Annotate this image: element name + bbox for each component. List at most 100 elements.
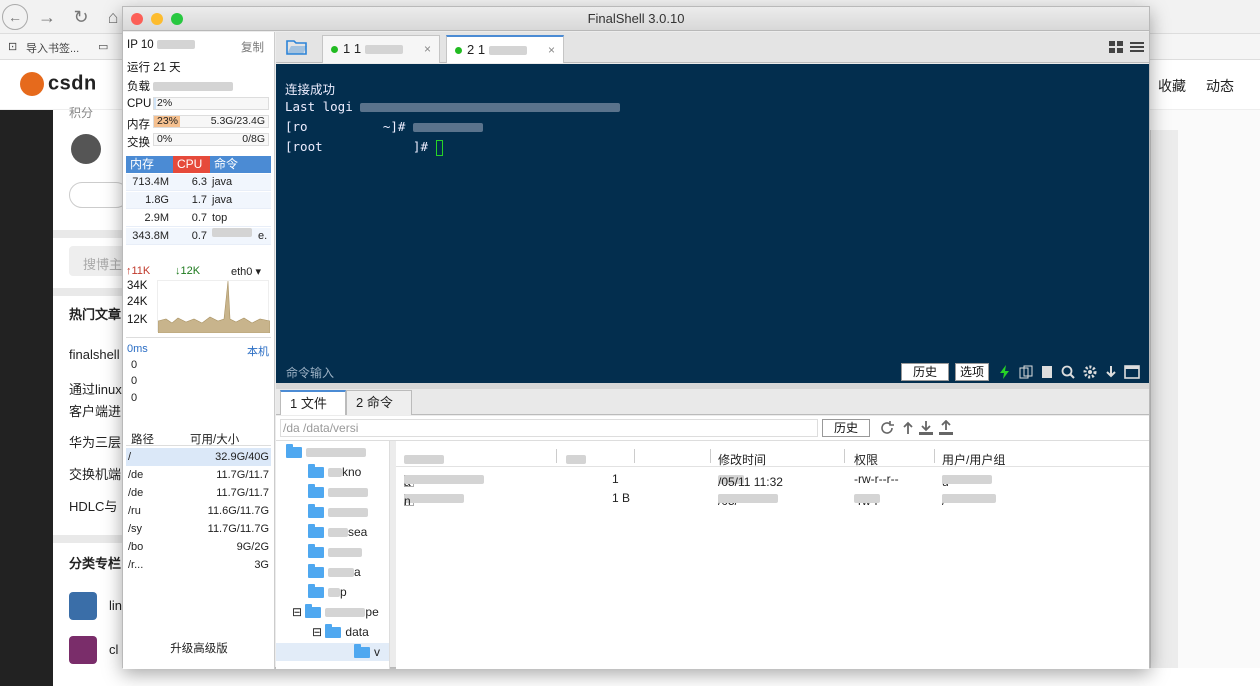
hot-article-link[interactable]: 客户端进 [69, 401, 121, 420]
tree-node[interactable]: ⊟ pe [292, 604, 379, 619]
proc-cpu: 0.7 [191, 212, 207, 224]
disk-size: 11.7G/11.7 [216, 469, 269, 481]
proc-mem: 713.4M [132, 176, 169, 188]
tree-node-data[interactable]: ⊟ data [312, 624, 369, 639]
open-folder-icon[interactable] [286, 38, 308, 56]
disk-row[interactable]: /sy 11.7G/11.7G [126, 520, 271, 538]
col-size[interactable]: 可用/大小 [190, 431, 239, 447]
follow-button[interactable] [69, 182, 129, 208]
tree-node[interactable]: p [308, 584, 347, 599]
forward-icon[interactable]: → [34, 4, 60, 30]
download-file-icon[interactable] [918, 420, 934, 436]
tree-node[interactable] [286, 444, 366, 459]
hot-article-link[interactable]: 交换机端 [69, 464, 121, 483]
blog-search-input[interactable]: 搜博主 [69, 246, 129, 276]
col-mtime[interactable]: 修改时间 [718, 451, 766, 468]
copy-ip-button[interactable]: 复制 [241, 39, 264, 55]
folder-icon [308, 464, 324, 479]
terminal[interactable]: 连接成功 Last logi [ro ~]# [root ]# [276, 64, 1149, 383]
csdn-logo[interactable]: csdn [20, 72, 97, 96]
category-link[interactable]: lin [109, 598, 122, 613]
terminal-cursor [435, 139, 443, 156]
close-window-icon[interactable] [131, 13, 143, 25]
hot-article-link[interactable]: 通过linux [69, 379, 122, 398]
disk-row[interactable]: /ru 11.6G/11.7G [126, 502, 271, 520]
process-row[interactable]: 713.4M 6.3 java [126, 174, 271, 191]
proc-cpu: 0.7 [191, 230, 207, 242]
disk-row[interactable]: /de 11.7G/11.7 [126, 466, 271, 484]
options-button[interactable]: 选项 [955, 363, 989, 381]
download-icon[interactable] [1103, 364, 1119, 380]
col-owner[interactable]: 用户/用户组 [942, 451, 1005, 468]
command-input-bar[interactable]: 命令输入 历史 选项 [276, 360, 1149, 383]
file-row[interactable]: n 1 B /05/ -rw-r / [396, 488, 1149, 508]
col-mem[interactable]: 内存 [130, 156, 154, 173]
lightning-icon[interactable] [997, 364, 1013, 380]
window-title: FinalShell 3.0.10 [587, 11, 685, 26]
tree-node[interactable] [308, 484, 368, 499]
refresh-icon[interactable] [879, 420, 895, 436]
maximize-window-icon[interactable] [171, 13, 183, 25]
reload-icon[interactable]: ↻ [68, 4, 94, 30]
file-size: 1 B [612, 491, 631, 505]
hot-article-link[interactable]: finalshell [69, 347, 120, 362]
back-icon[interactable]: ← [2, 4, 28, 30]
tree-node[interactable] [308, 544, 362, 559]
paste-icon[interactable] [1039, 364, 1055, 380]
session-tab-1[interactable]: 1 1 × [322, 35, 440, 63]
session-tab-bar: 1 1 × 2 1 × [276, 32, 1149, 63]
upload-file-icon[interactable] [938, 420, 954, 436]
up-directory-icon[interactable] [900, 420, 916, 436]
minimize-window-icon[interactable] [151, 13, 163, 25]
disk-row[interactable]: /r... 3G [126, 556, 271, 574]
col-cmd[interactable]: 命令 [214, 156, 238, 173]
net-interface-select[interactable]: eth0 ▾ [231, 265, 261, 278]
close-tab-icon[interactable]: × [424, 36, 431, 62]
folder-icon [308, 564, 324, 579]
folder-icon [308, 484, 324, 499]
history-button[interactable]: 历史 [901, 363, 949, 381]
category-link[interactable]: cl [109, 642, 118, 657]
process-row[interactable]: 1.8G 1.7 java [126, 192, 271, 209]
search-icon[interactable] [1060, 364, 1076, 380]
disk-path: /ru [128, 505, 141, 517]
proc-cpu: 1.7 [191, 194, 207, 206]
latency-target[interactable]: 本机 [247, 343, 269, 359]
disk-row[interactable]: / 32.9G/40G [126, 448, 271, 466]
net-download-value: 12K [180, 265, 201, 277]
copy-icon[interactable] [1018, 364, 1034, 380]
tree-node[interactable]: a [308, 564, 361, 579]
connected-status-icon [331, 46, 338, 54]
grid-layout-icon[interactable] [1108, 39, 1124, 55]
upgrade-button[interactable]: 升级高级版 [123, 640, 275, 656]
nav-favorites[interactable]: 收藏 [1158, 76, 1186, 96]
tree-node[interactable]: kno [308, 464, 361, 479]
disk-row[interactable]: /de 11.7G/11.7 [126, 484, 271, 502]
hot-article-link[interactable]: HDLC与 [69, 496, 117, 515]
hot-articles-heading: 热门文章 [69, 307, 122, 322]
tab-files[interactable]: 1 文件 [280, 390, 346, 415]
path-input[interactable]: /da /data/versi [280, 419, 818, 437]
path-history-button[interactable]: 历史 [822, 419, 870, 437]
nav-activity[interactable]: 动态 [1206, 76, 1234, 96]
col-path[interactable]: 路径 [131, 431, 154, 447]
tab-commands[interactable]: 2 命令 [346, 390, 412, 415]
disk-row[interactable]: /bo 9G/2G [126, 538, 271, 556]
col-permissions[interactable]: 权限 [854, 451, 878, 468]
file-row[interactable]: a 1 /05/11 11:32 -rw-r--r-- u [396, 469, 1149, 489]
gear-icon[interactable] [1082, 364, 1098, 380]
col-cpu[interactable]: CPU [173, 156, 210, 173]
bookmark-icon: ⊡ [8, 41, 18, 53]
close-tab-icon[interactable]: × [548, 37, 555, 63]
process-row[interactable]: 2.9M 0.7 top [126, 210, 271, 227]
tree-node-selected[interactable]: v [276, 643, 389, 661]
hot-article-link[interactable]: 华为三层 [69, 432, 121, 451]
process-row[interactable]: 343.8M 0.7 e. [126, 228, 271, 245]
tree-node[interactable]: sea [308, 524, 367, 539]
tree-node[interactable] [308, 504, 368, 519]
session-tab-2[interactable]: 2 1 × [446, 35, 564, 63]
bookmark-import[interactable]: 导入书签... [26, 40, 79, 56]
menu-icon[interactable] [1129, 39, 1145, 55]
maximize-panel-icon[interactable] [1124, 364, 1140, 380]
ip-row: IP 10 [127, 39, 195, 51]
